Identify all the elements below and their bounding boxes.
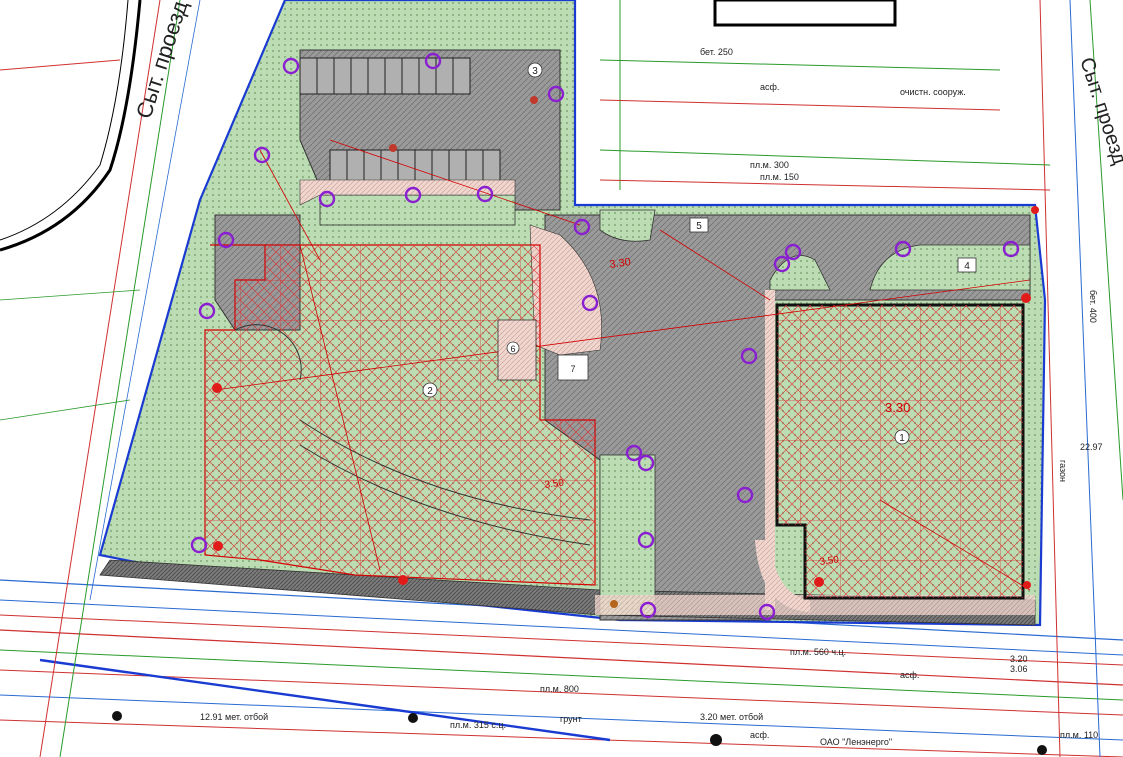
building-2-number: 2 bbox=[427, 386, 433, 397]
utility-label: пл.м. 315 с.ц. bbox=[450, 720, 506, 730]
tree-removed-icon bbox=[212, 383, 222, 393]
street-name-right: Сыт. проезд bbox=[1075, 55, 1123, 168]
tree-removed-icon bbox=[1031, 206, 1039, 214]
utility-label: очистн. сооруж. bbox=[900, 87, 966, 97]
tree-removed-icon bbox=[1023, 581, 1031, 589]
building-1: 1 3.30 bbox=[775, 303, 1025, 600]
building-5-number: 5 bbox=[696, 221, 702, 232]
utility-label: пл.м. 800 bbox=[540, 684, 579, 694]
utility-label: бет. 400 bbox=[1088, 290, 1098, 323]
tree-removed-icon bbox=[610, 600, 618, 608]
tree-removed-icon bbox=[389, 144, 397, 152]
utility-label: асф. bbox=[900, 670, 919, 680]
well-icon bbox=[112, 711, 122, 721]
utility-label: 3.06 bbox=[1010, 664, 1028, 674]
building-1-number: 1 bbox=[899, 433, 905, 444]
building-4-number: 4 bbox=[964, 261, 970, 272]
street-name-left: Сыт. проезд bbox=[131, 0, 193, 122]
building-2: 2 bbox=[204, 244, 596, 586]
building-3-number: 3 bbox=[532, 66, 538, 77]
utility-label: пл.м. 300 bbox=[750, 160, 789, 170]
tree-removed-icon bbox=[1021, 293, 1031, 303]
utility-label: 3.20 bbox=[1010, 654, 1028, 664]
utility-label: ОАО "Ленэнерго" bbox=[820, 737, 892, 747]
utility-label: асф. bbox=[750, 730, 769, 740]
utility-label: асф. bbox=[760, 82, 779, 92]
elevation-mark-1: 3.30 bbox=[885, 400, 910, 415]
utility-label: грунт bbox=[560, 714, 582, 724]
utility-label: 22.97 bbox=[1080, 442, 1103, 452]
utility-label: пл.м. 560 ч.ц. bbox=[790, 647, 846, 657]
utility-label: бет. 250 bbox=[700, 47, 733, 57]
well-icon bbox=[408, 713, 418, 723]
tree-removed-icon bbox=[530, 96, 538, 104]
utility-label: 12.91 мет. отбой bbox=[200, 712, 268, 722]
utility-label: пл.м. 150 bbox=[760, 172, 799, 182]
site-plan-drawing: 2 1 3.30 3 4 5 6 7 3.30 3.50 3.50 Сыт. п… bbox=[0, 0, 1123, 757]
building-7-number: 7 bbox=[570, 364, 575, 374]
tree-removed-icon bbox=[398, 575, 408, 585]
utility-label: газон bbox=[1058, 460, 1068, 482]
tree-removed-icon bbox=[814, 577, 824, 587]
building-6-number: 6 bbox=[510, 344, 515, 354]
utility-label: пл.м. 110 bbox=[1060, 730, 1098, 740]
tree-removed-icon bbox=[213, 541, 223, 551]
well-icon bbox=[1037, 745, 1047, 755]
utility-label: 3.20 мет. отбой bbox=[700, 712, 763, 722]
well-icon bbox=[710, 734, 722, 746]
